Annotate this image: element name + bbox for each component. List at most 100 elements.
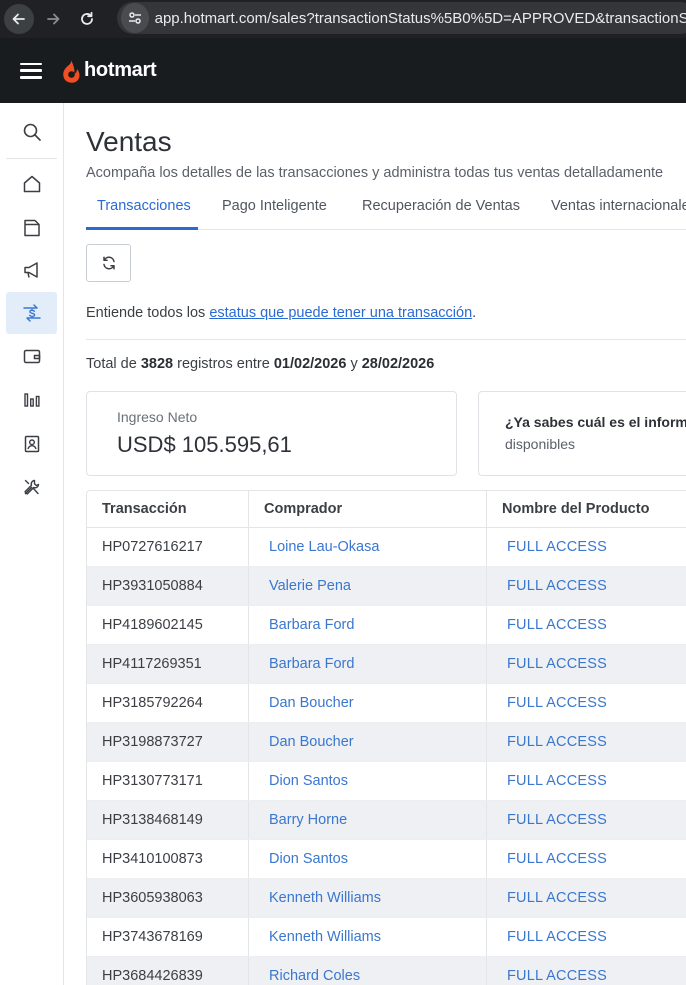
flame-icon [63, 59, 80, 83]
table-row[interactable]: HP3198873727 Dan Boucher FULL ACCESS [87, 723, 686, 762]
total-and: y [346, 356, 362, 372]
address-bar[interactable]: app.hotmart.com/sales?transactionStatus%… [117, 2, 686, 34]
table-row[interactable]: HP4189602145 Barbara Ford FULL ACCESS [87, 606, 686, 645]
site-info-icon[interactable] [121, 3, 149, 33]
product-link[interactable]: FULL ACCESS [487, 645, 686, 683]
sidebar-item-tools[interactable] [6, 466, 57, 508]
divider [86, 339, 686, 340]
buyer-link[interactable]: Dan Boucher [249, 684, 487, 722]
tab-pago-inteligente[interactable]: Pago Inteligente [222, 198, 327, 214]
page-title: Ventas [86, 126, 172, 157]
transaction-id: HP3185792264 [87, 684, 249, 722]
table-row[interactable]: HP3684426839 Richard Coles FULL ACCESS [87, 957, 686, 985]
url-text[interactable]: app.hotmart.com/sales?transactionStatus%… [155, 10, 686, 27]
reload-button[interactable] [72, 4, 102, 34]
buyer-link[interactable]: Kenneth Williams [249, 879, 487, 917]
transaction-id: HP3198873727 [87, 723, 249, 761]
product-link[interactable]: FULL ACCESS [487, 684, 686, 722]
buyer-link[interactable]: Loine Lau-Okasa [249, 528, 487, 566]
product-link[interactable]: FULL ACCESS [487, 567, 686, 605]
contacts-icon [24, 435, 39, 453]
brand-logo[interactable]: hotmart [61, 59, 157, 83]
table-header: Transacción Comprador Nombre del Product… [87, 491, 686, 528]
sidebar-item-sales[interactable] [6, 292, 57, 334]
info-suffix: . [472, 305, 477, 321]
buyer-link[interactable]: Dan Boucher [249, 723, 487, 761]
buyer-link[interactable]: Richard Coles [249, 957, 487, 985]
product-link[interactable]: FULL ACCESS [487, 528, 686, 566]
product-link[interactable]: FULL ACCESS [487, 801, 686, 839]
sidebar [0, 103, 64, 985]
sidebar-item-marketing[interactable] [6, 249, 57, 291]
buyer-link[interactable]: Kenneth Williams [249, 918, 487, 956]
table-row[interactable]: HP3185792264 Dan Boucher FULL ACCESS [87, 684, 686, 723]
analytics-icon [23, 393, 40, 407]
product-link[interactable]: FULL ACCESS [487, 606, 686, 644]
product-link[interactable]: FULL ACCESS [487, 957, 686, 985]
menu-icon[interactable] [20, 62, 42, 79]
buyer-link[interactable]: Dion Santos [249, 840, 487, 878]
product-link[interactable]: FULL ACCESS [487, 840, 686, 878]
net-income-value: USD$ 105.595,61 [117, 432, 292, 457]
buyer-link[interactable]: Barry Horne [249, 801, 487, 839]
total-count: 3828 [140, 356, 174, 372]
status-help-link[interactable]: estatus que puede tener una transacción [209, 305, 472, 321]
header-producto[interactable]: Nombre del Producto [487, 491, 686, 527]
promo-text: disponibles [505, 436, 576, 452]
brand-name: hotmart [84, 59, 157, 81]
buyer-link[interactable]: Barbara Ford [249, 606, 487, 644]
total-mid: registros entre [173, 356, 274, 372]
table-row[interactable]: HP3410100873 Dion Santos FULL ACCESS [87, 840, 686, 879]
total-prefix: Total de [86, 356, 141, 372]
sidebar-item-products[interactable] [6, 207, 57, 249]
table-row[interactable]: HP0727616217 Loine Lau-Okasa FULL ACCESS [87, 528, 686, 567]
table-row[interactable]: HP4117269351 Barbara Ford FULL ACCESS [87, 645, 686, 684]
arrow-left-icon [12, 13, 25, 25]
search-icon [23, 123, 41, 141]
date-from: 01/02/2026 [273, 356, 347, 372]
product-link[interactable]: FULL ACCESS [487, 879, 686, 917]
sidebar-item-home[interactable] [6, 163, 57, 205]
table-row[interactable]: HP3743678169 Kenneth Williams FULL ACCESS [87, 918, 686, 957]
product-link[interactable]: FULL ACCESS [487, 723, 686, 761]
table-row[interactable]: HP3130773171 Dion Santos FULL ACCESS [87, 762, 686, 801]
transaction-id: HP4189602145 [87, 606, 249, 644]
reports-promo-card[interactable]: ¿Ya sabes cuál es el informe disponibles [478, 391, 686, 476]
date-to: 28/02/2026 [361, 356, 435, 372]
refresh-button[interactable] [86, 244, 131, 282]
table-body: HP0727616217 Loine Lau-Okasa FULL ACCESS HP… [87, 528, 686, 985]
products-icon [23, 219, 40, 237]
total-records-text: Total de 3828 registros entre 01/02/2026… [86, 356, 434, 372]
page-subtitle: Acompaña los detalles de las transaccion… [86, 165, 664, 181]
header-transaccion[interactable]: Transacción [87, 491, 249, 527]
forward-button[interactable] [38, 4, 68, 34]
table-row[interactable]: HP3931050884 Valerie Pena FULL ACCESS [87, 567, 686, 606]
transaction-id: HP3605938063 [87, 879, 249, 917]
product-link[interactable]: FULL ACCESS [487, 918, 686, 956]
table-row[interactable]: HP3138468149 Barry Horne FULL ACCESS [87, 801, 686, 840]
home-icon [23, 175, 40, 193]
arrow-right-icon [47, 13, 60, 25]
sidebar-item-analytics[interactable] [6, 379, 57, 421]
buyer-link[interactable]: Barbara Ford [249, 645, 487, 683]
app-header: hotmart [0, 38, 686, 103]
transaction-id: HP3130773171 [87, 762, 249, 800]
transaction-id: HP3410100873 [87, 840, 249, 878]
sidebar-item-wallet[interactable] [6, 335, 57, 377]
tab-transacciones[interactable]: Transacciones [97, 198, 191, 214]
browser-toolbar: app.hotmart.com/sales?transactionStatus%… [0, 0, 686, 38]
buyer-link[interactable]: Dion Santos [249, 762, 487, 800]
sidebar-item-contacts[interactable] [6, 423, 57, 465]
transaction-id: HP3743678169 [87, 918, 249, 956]
sidebar-divider [6, 158, 57, 159]
header-comprador[interactable]: Comprador [249, 491, 487, 527]
tab-recuperacion-ventas[interactable]: Recuperación de Ventas [362, 198, 520, 214]
info-prefix: Entiende todos los [86, 305, 210, 321]
transaction-id: HP3931050884 [87, 567, 249, 605]
tab-ventas-internacionales[interactable]: Ventas internacionales [551, 198, 686, 214]
sidebar-item-search[interactable] [6, 111, 57, 153]
buyer-link[interactable]: Valerie Pena [249, 567, 487, 605]
product-link[interactable]: FULL ACCESS [487, 762, 686, 800]
table-row[interactable]: HP3605938063 Kenneth Williams FULL ACCESS [87, 879, 686, 918]
back-button[interactable] [4, 4, 34, 34]
